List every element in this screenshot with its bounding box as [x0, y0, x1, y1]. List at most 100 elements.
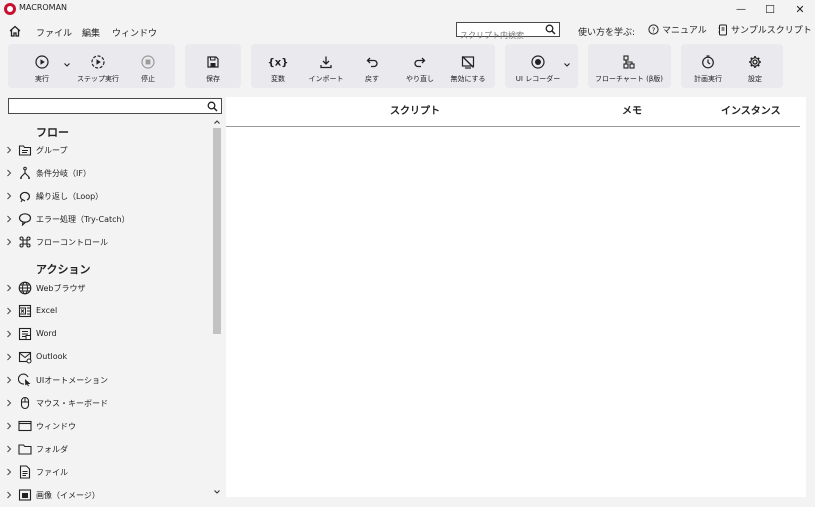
sidebar-item-label: 繰り返し（Loop） — [36, 192, 104, 201]
flowchart-button[interactable]: フローチャート (β版) — [592, 44, 666, 88]
undo-label: 戻す — [365, 75, 379, 83]
redo-button[interactable]: やり直し — [400, 44, 440, 88]
window-icon — [18, 419, 32, 433]
stop-button[interactable]: 停止 — [128, 44, 168, 88]
sidebar-item-excel[interactable]: Excel — [0, 301, 210, 321]
title-bar: MACROMAN — ☐ ✕ — [0, 0, 815, 18]
ui-recorder-button[interactable]: UI レコーダー — [514, 44, 562, 88]
maximize-button[interactable]: ☐ — [756, 0, 784, 18]
action-search-input[interactable] — [9, 102, 199, 117]
scroll-up-chevron-icon[interactable] — [213, 118, 221, 126]
header-divider — [226, 126, 800, 127]
script-search-input[interactable] — [457, 29, 543, 42]
save-button[interactable]: 保存 — [193, 44, 233, 88]
chevron-right-icon — [6, 422, 12, 430]
sidebar-item-label: Outlook — [36, 352, 68, 361]
record-icon — [531, 55, 545, 69]
sidebar-item-label: Excel — [36, 306, 58, 315]
disable-label: 無効にする — [450, 75, 486, 83]
ui-recorder-label: UI レコーダー — [515, 75, 561, 83]
run-label: 実行 — [35, 75, 49, 83]
play-icon — [35, 55, 49, 69]
sidebar-item-image[interactable]: 画像（イメージ） — [0, 485, 210, 505]
chevron-right-icon — [6, 399, 12, 407]
sidebar-item-label: フローコントロール — [36, 238, 108, 247]
chevron-right-icon — [6, 238, 12, 246]
run-button[interactable]: 実行 — [22, 44, 62, 88]
manual-label: マニュアル — [662, 26, 707, 36]
sidebar-item-try-catch[interactable]: エラー処理（Try-Catch） — [0, 209, 210, 229]
chevron-right-icon — [6, 353, 12, 361]
learn-label: 使い方を学ぶ: — [578, 28, 636, 38]
sidebar-item-web-browser[interactable]: Webブラウザ — [0, 278, 210, 298]
save-icon — [206, 55, 220, 69]
disable-button[interactable]: 無効にする — [446, 44, 490, 88]
menu-edit[interactable]: 編集 — [82, 26, 100, 39]
timer-icon — [701, 55, 715, 69]
disable-icon — [461, 55, 475, 69]
variable-label: 変数 — [271, 75, 285, 83]
sidebar-item-loop[interactable]: 繰り返し（Loop） — [0, 186, 210, 206]
branch-icon — [18, 166, 32, 180]
step-run-label: ステップ実行 — [77, 75, 119, 83]
sidebar-item-label: エラー処理（Try-Catch） — [36, 215, 130, 224]
chevron-right-icon — [6, 491, 12, 499]
stop-icon — [141, 55, 155, 69]
sidebar-item-folder[interactable]: フォルダ — [0, 439, 210, 459]
mouse-icon — [18, 396, 32, 410]
settings-label: 設定 — [748, 75, 762, 83]
sidebar-item-label: Webブラウザ — [36, 284, 86, 293]
sidebar-item-mouse-keyboard[interactable]: マウス・キーボード — [0, 393, 210, 413]
run-dropdown-chevron-icon[interactable] — [63, 61, 71, 69]
minimize-button[interactable]: — — [727, 0, 755, 18]
menu-file[interactable]: ファイル — [36, 26, 72, 39]
sidebar-item-window[interactable]: ウィンドウ — [0, 416, 210, 436]
command-icon — [18, 235, 32, 249]
undo-button[interactable]: 戻す — [352, 44, 392, 88]
cursor-click-icon — [18, 373, 32, 387]
download-icon — [319, 55, 333, 69]
chevron-right-icon — [6, 468, 12, 476]
sidebar-item-label: ウィンドウ — [36, 422, 76, 431]
chevron-right-icon — [6, 192, 12, 200]
flow-section-title: フロー — [36, 126, 69, 139]
sidebar-item-group[interactable]: グループ — [0, 140, 210, 160]
sample-scripts-link[interactable]: サンプルスクリプト — [718, 23, 812, 36]
sidebar-item-flow-control[interactable]: フローコントロール — [0, 232, 210, 252]
settings-button[interactable]: 設定 — [735, 44, 775, 88]
sidebar-item-file[interactable]: ファイル — [0, 462, 210, 482]
schedule-button[interactable]: 計画実行 — [688, 44, 728, 88]
script-search[interactable] — [456, 22, 560, 42]
chevron-right-icon — [6, 445, 12, 453]
sidebar-item-label: 条件分岐（IF） — [36, 169, 91, 178]
scroll-down-chevron-icon[interactable] — [213, 488, 221, 496]
sidebar-item-ui-automation[interactable]: UIオートメーション — [0, 370, 210, 390]
schedule-label: 計画実行 — [694, 75, 722, 83]
variable-button[interactable]: {x} 変数 — [258, 44, 298, 88]
import-button[interactable]: インポート — [304, 44, 348, 88]
sample-scripts-label: サンプルスクリプト — [731, 26, 812, 36]
sidebar-scroll-thumb[interactable] — [213, 128, 221, 334]
sidebar-item-label: フォルダ — [36, 445, 68, 454]
help-circle-icon: ? — [648, 24, 659, 35]
chevron-right-icon — [6, 307, 12, 315]
home-icon[interactable] — [8, 24, 22, 38]
column-header-script[interactable]: スクリプト — [390, 102, 440, 117]
word-icon — [18, 327, 32, 341]
search-icon[interactable] — [545, 24, 556, 35]
action-search[interactable] — [8, 98, 222, 117]
sidebar-item-word[interactable]: Word — [0, 324, 210, 344]
chevron-right-icon — [6, 215, 12, 223]
redo-label: やり直し — [406, 75, 434, 83]
sidebar-item-outlook[interactable]: Outlook — [0, 347, 210, 367]
menu-window[interactable]: ウィンドウ — [112, 26, 157, 39]
manual-link[interactable]: ? マニュアル — [648, 23, 707, 36]
column-header-instance[interactable]: インスタンス — [721, 102, 781, 117]
column-header-memo[interactable]: メモ — [622, 102, 642, 117]
search-icon[interactable] — [207, 101, 218, 112]
chevron-right-icon — [6, 330, 12, 338]
step-run-button[interactable]: ステップ実行 — [74, 44, 122, 88]
recorder-dropdown-chevron-icon[interactable] — [563, 61, 571, 69]
close-button[interactable]: ✕ — [786, 0, 814, 18]
sidebar-item-if[interactable]: 条件分岐（IF） — [0, 163, 210, 183]
